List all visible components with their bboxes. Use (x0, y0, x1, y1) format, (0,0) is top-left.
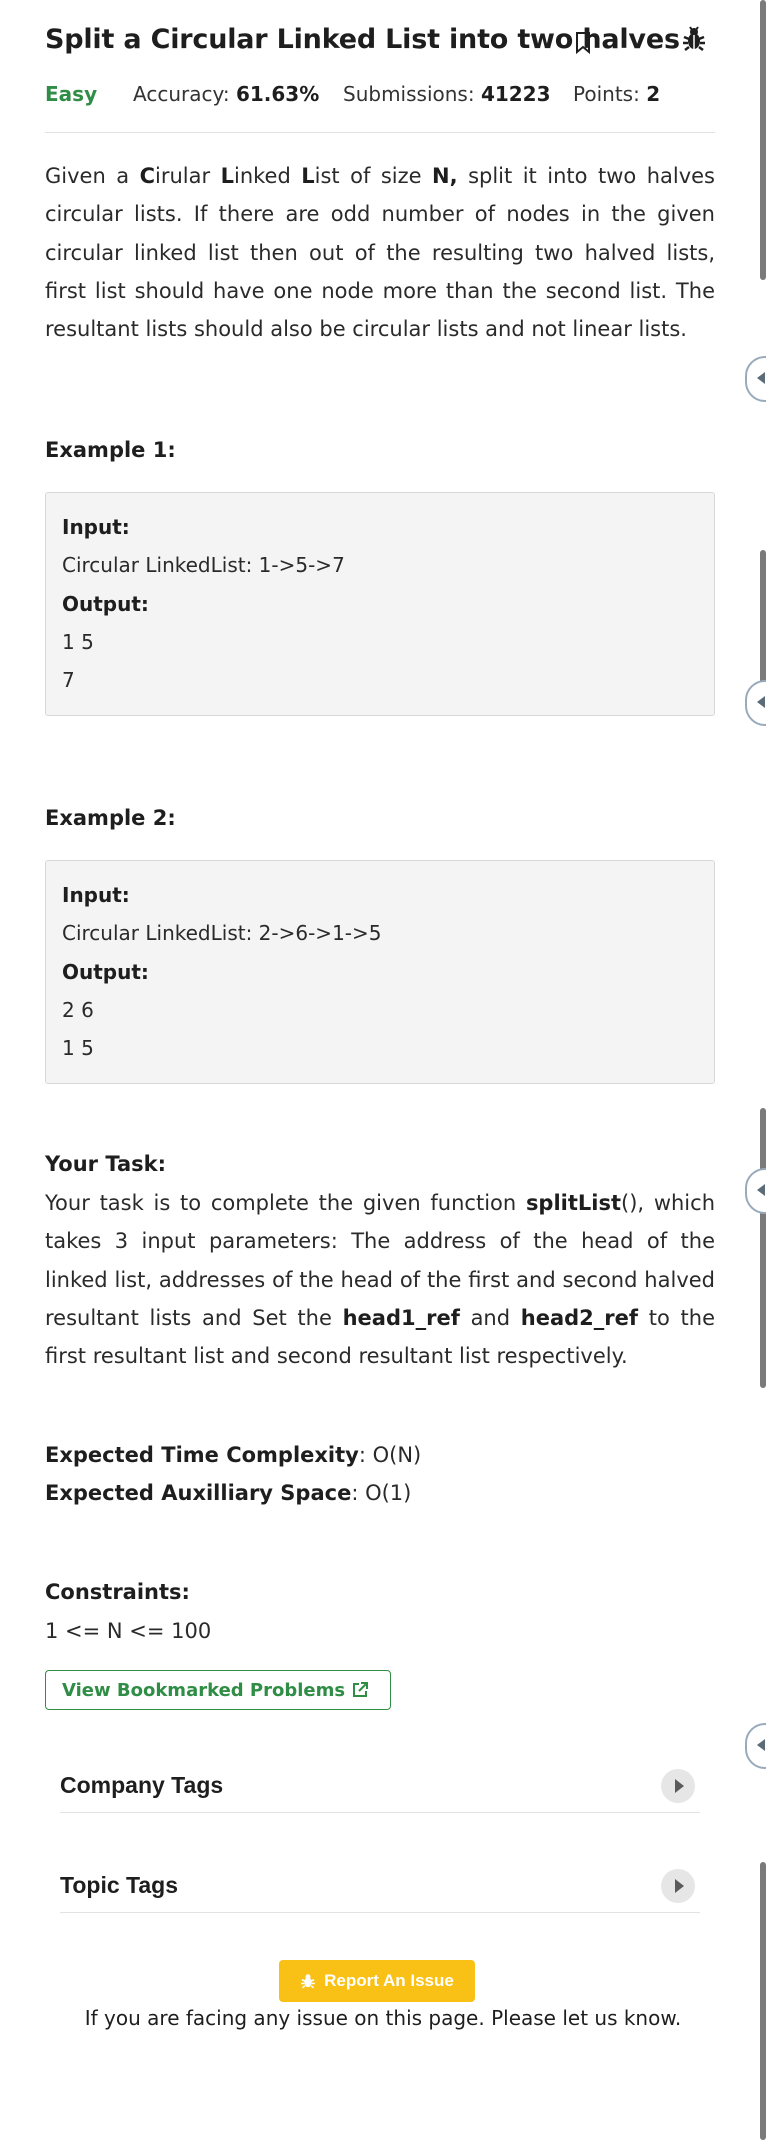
example2-input-label: Input: (62, 883, 130, 907)
side-panel-toggle[interactable] (745, 1168, 766, 1214)
example1-input-label: Input: (62, 515, 130, 539)
example1-output-line1: 1 5 (62, 630, 94, 654)
example2-output-label: Output: (62, 960, 149, 984)
report-note: If you are facing any issue on this page… (84, 2006, 682, 2030)
example2-heading: Example 2: (45, 806, 176, 830)
side-panel-toggle[interactable] (745, 680, 766, 726)
side-panel-toggle[interactable] (745, 356, 766, 402)
example1-heading: Example 1: (45, 438, 176, 462)
submissions-stat: Submissions: 41223 (343, 82, 551, 106)
example2-output-line2: 1 5 (62, 1036, 94, 1060)
bug-icon[interactable] (681, 26, 707, 52)
report-issue-button[interactable]: Report An Issue (279, 1960, 475, 2002)
topic-tags-title: Topic Tags (60, 1872, 178, 1898)
accuracy-stat: Accuracy: 61.63% (133, 82, 320, 106)
scrollbar[interactable] (760, 0, 766, 280)
example1-output-label: Output: (62, 592, 149, 616)
constraints-value: 1 <= N <= 100 (45, 1619, 212, 1643)
problem-meta: Easy Accuracy: 61.63% Submissions: 41223… (45, 82, 715, 112)
space-complexity: Expected Auxilliary Space: O(1) (45, 1481, 412, 1505)
example1-box: Input: Circular LinkedList: 1->5->7 Outp… (45, 492, 715, 716)
view-bookmarked-button[interactable]: View Bookmarked Problems (45, 1670, 391, 1710)
task-description: Your task is to complete the given funct… (45, 1191, 716, 1369)
external-link-icon (353, 1682, 369, 1697)
side-panel-toggle[interactable] (745, 1723, 766, 1769)
title-row: Split a Circular Linked List into two ha… (45, 24, 715, 64)
scrollbar[interactable] (760, 1862, 766, 2140)
scrollbar[interactable] (760, 550, 766, 700)
constraints-heading: Constraints: (45, 1580, 190, 1604)
example1-input-value: Circular LinkedList: 1->5->7 (62, 553, 345, 577)
scrollbar[interactable] (760, 1108, 766, 1388)
example1-output-line2: 7 (62, 668, 75, 692)
points-stat: Points: 2 (573, 82, 661, 106)
play-arrow-icon[interactable] (661, 1869, 695, 1903)
header-divider (45, 132, 715, 133)
example2-box: Input: Circular LinkedList: 2->6->1->5 O… (45, 860, 715, 1084)
problem-description: Given a Cirular Linked List of size N, s… (45, 164, 715, 342)
time-complexity: Expected Time Complexity: O(N) (45, 1443, 422, 1467)
example2-output-line1: 2 6 (62, 998, 94, 1022)
company-tags-accordion[interactable]: Company Tags (60, 1752, 700, 1813)
bookmark-icon[interactable] (575, 31, 591, 55)
play-arrow-icon[interactable] (661, 1769, 695, 1803)
difficulty-badge: Easy (45, 82, 98, 106)
task-heading: Your Task: (45, 1152, 166, 1176)
topic-tags-accordion[interactable]: Topic Tags (60, 1852, 700, 1913)
example2-input-value: Circular LinkedList: 2->6->1->5 (62, 921, 382, 945)
bug-icon (301, 1974, 315, 1989)
company-tags-title: Company Tags (60, 1772, 224, 1798)
